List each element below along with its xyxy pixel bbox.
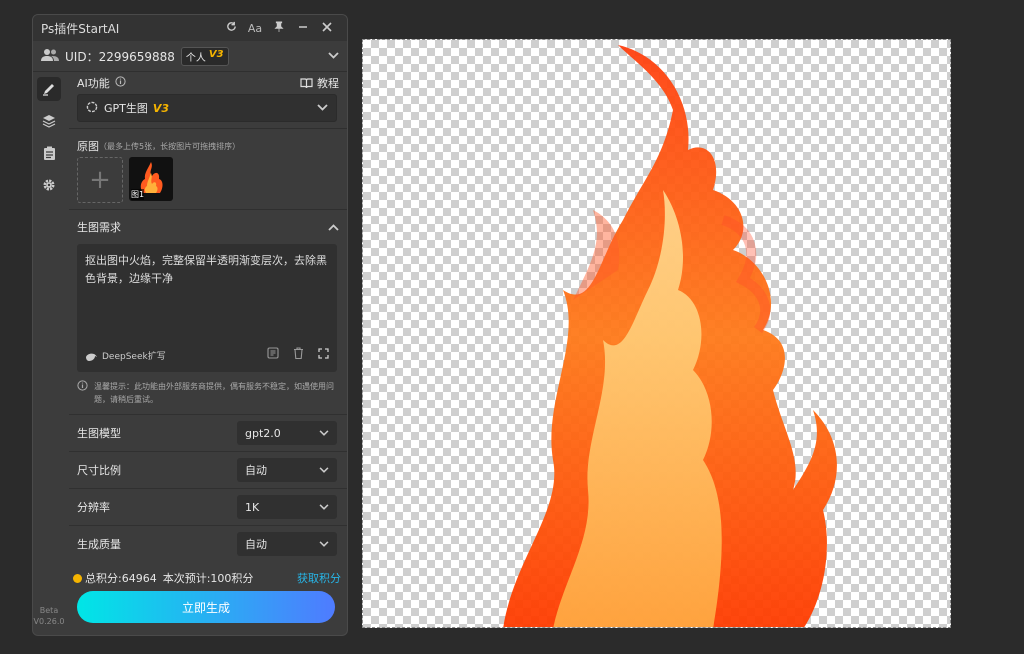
setting-row-quality: 生成质量 自动 (69, 525, 347, 562)
resolution-select[interactable]: 1K (237, 495, 337, 519)
setting-value: 自动 (245, 538, 267, 551)
add-image-button[interactable]: + (77, 157, 123, 203)
info-icon (77, 380, 88, 406)
get-credits-link[interactable]: 获取积分 (297, 570, 341, 586)
setting-value: gpt2.0 (245, 426, 281, 440)
chevron-down-icon[interactable] (328, 49, 339, 63)
flame-image (503, 45, 837, 627)
clipboard-icon[interactable] (37, 141, 61, 165)
trash-icon[interactable] (293, 347, 304, 366)
original-label: 原图 (77, 140, 99, 153)
prompt-header: 生图需求 (69, 216, 347, 238)
version-info: Beta V0.26.0 (33, 605, 65, 627)
divider (69, 209, 347, 210)
startai-panel: Ps插件StartAI Aa UID：2299659888 个人 V3 Beta… (32, 14, 348, 636)
minimize-icon[interactable] (291, 22, 315, 35)
ai-section-header: AI功能 教程 (69, 72, 347, 94)
model-select[interactable]: gpt2.0 (237, 421, 337, 445)
original-header: 原图 （最多上传5张，长按图片可拖拽排序） (69, 135, 347, 157)
tip-box: 温馨提示：此功能由外部服务商提供，偶有服务不稳定，如遇使用问题，请稍后重试。 (69, 372, 347, 406)
quality-select[interactable]: 自动 (237, 532, 337, 556)
book-icon (300, 77, 313, 88)
close-icon[interactable] (315, 21, 339, 35)
ratio-select[interactable]: 自动 (237, 458, 337, 482)
users-icon (41, 48, 59, 64)
image-thumbnail[interactable]: 图1 (129, 157, 173, 201)
uid-text: UID：2299659888 (65, 49, 175, 64)
credits-bar: 总积分:64964 本次预计:100积分 获取积分 (69, 562, 347, 586)
chevron-down-icon (319, 466, 329, 473)
setting-label: 生图模型 (77, 427, 121, 440)
deepseek-expand-button[interactable]: DeepSeek扩写 (85, 348, 166, 366)
chevron-down-icon (319, 503, 329, 510)
estimated-credits: 本次预计:100积分 (162, 572, 254, 585)
window-title: Ps插件StartAI (41, 21, 120, 36)
document-canvas[interactable] (362, 39, 951, 628)
prompt-textarea[interactable]: 抠出图中火焰，完整保留半透明渐变层次，去除黑色背景，边缘干净 DeepSeek扩… (77, 244, 337, 372)
chevron-up-icon[interactable] (328, 221, 339, 234)
thumb-badge: 图1 (131, 189, 145, 200)
total-credits: 总积分:64964 (85, 572, 157, 585)
generate-button[interactable]: 立即生成 (77, 591, 335, 623)
chevron-down-icon (319, 540, 329, 547)
plan-version: V3 (208, 48, 224, 60)
side-nav: Beta V0.26.0 (33, 72, 65, 635)
history-icon[interactable] (267, 347, 279, 366)
account-bar[interactable]: UID：2299659888 个人 V3 (33, 41, 347, 72)
setting-row-resolution: 分辨率 1K (69, 488, 347, 525)
divider (69, 128, 347, 129)
image-list: + 图1 (69, 157, 347, 203)
pin-icon[interactable] (267, 21, 291, 35)
feature-label: GPT生图 (104, 102, 148, 115)
main-content: AI功能 教程 GPT生图 V3 原图 （最多上传5张，长按图片可拖拽排序） +… (69, 72, 347, 635)
deepseek-label: DeepSeek扩写 (102, 351, 166, 362)
setting-label: 尺寸比例 (77, 464, 121, 477)
setting-row-model: 生图模型 gpt2.0 (69, 414, 347, 451)
gear-icon[interactable] (37, 173, 61, 197)
setting-label: 生成质量 (77, 538, 121, 551)
title-bar: Ps插件StartAI Aa (33, 15, 347, 41)
refresh-icon[interactable] (219, 21, 243, 35)
tutorial-link[interactable]: 教程 (300, 75, 339, 91)
prompt-label: 生图需求 (77, 221, 121, 234)
ai-section-label: AI功能 (77, 77, 110, 90)
ai-feature-select[interactable]: GPT生图 V3 (77, 94, 337, 122)
whale-icon (86, 353, 97, 361)
original-hint: （最多上传5张，长按图片可拖拽排序） (99, 141, 241, 151)
prompt-tools: DeepSeek扩写 (85, 347, 329, 366)
brush-icon[interactable] (37, 77, 61, 101)
tip-text: 温馨提示：此功能由外部服务商提供，偶有服务不稳定，如遇使用问题，请稍后重试。 (94, 382, 334, 404)
setting-row-ratio: 尺寸比例 自动 (69, 451, 347, 488)
settings-list: 生图模型 gpt2.0 尺寸比例 自动 分辨率 1K 生成质量 自动 (69, 414, 347, 562)
plan-label: 个人 (185, 52, 206, 64)
prompt-text: 抠出图中火焰，完整保留半透明渐变层次，去除黑色背景，边缘干净 (85, 254, 327, 285)
fullscreen-icon[interactable] (318, 347, 329, 366)
tutorial-label: 教程 (317, 77, 339, 90)
plan-badge: 个人 V3 (180, 46, 229, 66)
version-stage: Beta (39, 606, 59, 615)
coin-icon (73, 573, 82, 583)
openai-icon (86, 101, 98, 116)
setting-value: 1K (245, 500, 260, 514)
version-number: V0.26.0 (33, 617, 65, 626)
font-icon[interactable]: Aa (243, 22, 267, 35)
setting-value: 自动 (245, 464, 267, 477)
layers-icon[interactable] (37, 109, 61, 133)
feature-version: V3 (152, 101, 170, 115)
info-icon[interactable] (115, 76, 126, 90)
setting-label: 分辨率 (77, 501, 110, 514)
chevron-down-icon (317, 102, 328, 115)
chevron-down-icon (319, 429, 329, 436)
